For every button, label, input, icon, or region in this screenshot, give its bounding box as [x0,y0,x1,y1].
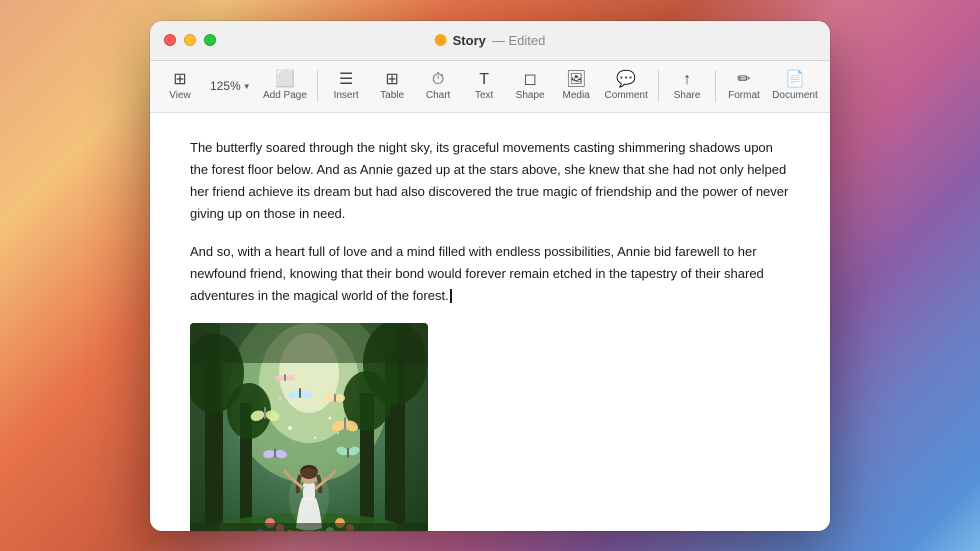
insert-label: Insert [334,90,359,101]
chart-label: Chart [426,90,450,101]
view-button[interactable]: ⊞ View [158,68,202,105]
document-content[interactable]: The butterfly soared through the night s… [150,113,830,531]
toolbar: ⊞ View 125% ▼ ⬜ Add Page ☰ Insert ⊞ Tabl… [150,61,830,113]
zoom-control[interactable]: 125% ▼ [204,75,257,97]
text-icon: T [479,72,489,88]
comment-icon: 💬 [616,72,636,88]
comment-button[interactable]: 💬 Comment [600,68,652,105]
window-edited-label: — Edited [492,33,545,48]
add-page-icon: ⬜ [275,72,295,88]
window-title-area: Story — Edited [435,33,546,48]
chart-icon: ⏱ [432,72,444,88]
zoom-arrow-icon: ▼ [243,82,251,91]
format-button[interactable]: ✏ Format [722,68,766,105]
insert-button[interactable]: ☰ Insert [324,68,368,105]
maximize-button[interactable] [204,34,216,46]
toolbar-divider-1 [317,70,318,102]
document-button[interactable]: 📄 Document [768,68,822,105]
shape-icon: ◻ [523,72,536,88]
window-title: Story [453,33,486,48]
text-label: Text [475,90,493,101]
traffic-lights [164,34,216,46]
close-button[interactable] [164,34,176,46]
share-icon: ↑ [683,72,691,88]
share-label: Share [674,90,701,101]
table-button[interactable]: ⊞ Table [370,68,414,105]
media-button[interactable]: 🖼 Media [554,68,598,105]
media-label: Media [562,90,589,101]
paragraph-1: The butterfly soared through the night s… [190,137,790,225]
add-page-button[interactable]: ⬜ Add Page [259,68,312,105]
add-page-label: Add Page [263,90,307,101]
shape-button[interactable]: ◻ Shape [508,68,552,105]
chart-button[interactable]: ⏱ Chart [416,68,460,105]
story-image [190,323,428,530]
title-bar: Story — Edited [150,21,830,61]
view-label: View [169,90,191,101]
table-icon: ⊞ [385,72,398,88]
text-cursor [450,289,452,303]
toolbar-divider-3 [715,70,716,102]
insert-icon: ☰ [339,72,353,88]
view-icon: ⊞ [173,72,186,88]
media-icon: 🖼 [566,72,586,88]
document-label: Document [772,90,818,101]
app-window: Story — Edited ⊞ View 125% ▼ ⬜ Add Page … [150,21,830,531]
document-icon: 📄 [785,72,805,88]
zoom-value: 125% [210,79,241,93]
comment-label: Comment [605,90,648,101]
table-label: Table [380,90,404,101]
paragraph-2: And so, with a heart full of love and a … [190,241,790,307]
title-dot-icon [435,34,447,46]
format-label: Format [728,90,760,101]
share-button[interactable]: ↑ Share [665,68,709,105]
format-icon: ✏ [737,72,750,88]
minimize-button[interactable] [184,34,196,46]
toolbar-divider-2 [658,70,659,102]
shape-label: Shape [516,90,545,101]
text-button[interactable]: T Text [462,68,506,105]
